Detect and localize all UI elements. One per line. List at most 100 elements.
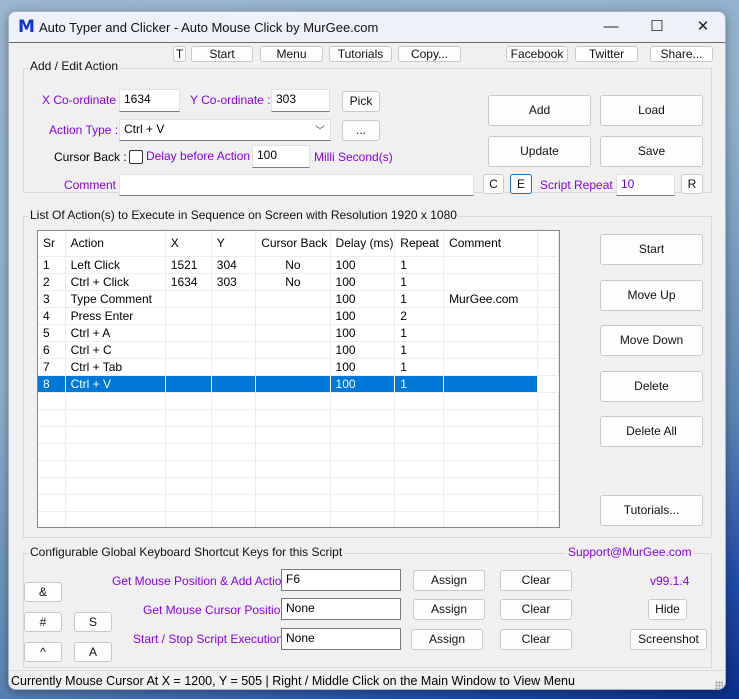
save-button[interactable]: Save [600,136,703,167]
add-button[interactable]: Add [488,95,591,126]
y-coordinate-input[interactable]: 303 [271,89,330,112]
menu-button[interactable]: Menu [260,46,323,62]
cell-cursor-back: No [255,273,331,291]
copy-button[interactable]: Copy... [398,46,461,62]
maximize-button[interactable]: ☐ [634,12,680,42]
hide-button[interactable]: Hide [648,599,687,620]
column-header-x[interactable]: X [165,231,212,257]
move-down-button[interactable]: Move Down [600,325,703,356]
shortcut-input-add-action[interactable]: F6 [281,569,401,591]
empty-table-row [38,494,559,512]
toolbar-tutorials-button[interactable]: Tutorials [329,46,392,62]
empty-cell [165,511,212,527]
cell-action: Ctrl + A [65,324,166,342]
load-button[interactable]: Load [600,95,703,126]
support-email-link[interactable]: Support@MurGee.com [566,545,694,559]
column-header-cursor-back[interactable]: Cursor Back [255,231,331,257]
action-type-select[interactable]: Ctrl + V ﹀ [119,119,331,141]
clear-button-start-stop[interactable]: Clear [500,629,572,650]
cell-x [165,307,212,325]
s-button[interactable]: S [74,612,112,632]
title-bar[interactable]: M Auto Typer and Clicker - Auto Mouse Cl… [9,12,725,42]
x-coordinate-input[interactable]: 1634 [119,89,180,112]
action-type-value: Ctrl + V [124,122,165,136]
t-button[interactable]: T [173,46,186,62]
cell-cursor-back [255,290,331,308]
pick-button[interactable]: Pick [342,91,380,112]
empty-table-row [38,392,559,410]
clear-button-cursor-position[interactable]: Clear [500,599,572,620]
share-button[interactable]: Share... [650,46,713,62]
resize-grip-icon[interactable] [715,681,723,689]
caret-button[interactable]: ^ [24,642,62,662]
empty-cell [394,477,445,495]
cell-filler [537,290,559,308]
delay-input[interactable]: 100 [252,145,310,168]
cell-sr: 8 [38,375,66,393]
clear-button-add-action[interactable]: Clear [500,570,572,591]
shortcut-input-start-stop[interactable]: None [281,628,401,650]
screenshot-button[interactable]: Screenshot [630,629,707,650]
cursor-back-checkbox[interactable] [129,150,143,164]
comment-input[interactable] [119,174,474,196]
move-up-button[interactable]: Move Up [600,280,703,311]
action-options-button[interactable]: ... [342,120,380,141]
reset-repeat-button[interactable]: R [681,174,703,194]
table-row[interactable]: 5 Ctrl + A 100 1 [38,324,559,342]
x-coordinate-label: X Co-ordinate : [42,93,123,107]
empty-cell [443,477,539,495]
toolbar-start-button[interactable]: Start [191,46,253,62]
empty-cell [330,460,396,478]
script-repeat-label: Script Repeat : [540,178,620,192]
cell-action: Press Enter [65,307,166,325]
table-row[interactable]: 4 Press Enter 100 2 [38,307,559,325]
cell-cursor-back [255,375,331,393]
assign-button-cursor-position[interactable]: Assign [413,599,485,620]
table-row[interactable]: 1 Left Click 1521 304 No 100 1 [38,256,559,274]
twitter-button[interactable]: Twitter [575,46,638,62]
empty-cell [38,494,66,512]
empty-cell [211,409,257,427]
script-repeat-input[interactable]: 10 [616,174,675,196]
shortcut-input-cursor-position[interactable]: None [281,598,401,620]
close-button[interactable]: ✕ [680,12,725,42]
delay-label: Delay before Action : [146,149,257,163]
table-row[interactable]: 2 Ctrl + Click 1634 303 No 100 1 [38,273,559,291]
cell-filler [537,307,559,325]
column-header-filler [537,231,559,257]
cell-delay: 100 [330,324,396,342]
assign-button-add-action[interactable]: Assign [413,570,485,591]
cell-delay: 100 [330,341,396,359]
table-row[interactable]: 7 Ctrl + Tab 100 1 [38,358,559,376]
column-header-action[interactable]: Action [65,231,166,257]
column-header-sr[interactable]: Sr [38,231,66,257]
empty-cell [394,494,445,512]
clear-comment-button[interactable]: C [483,174,504,194]
list-tutorials-button[interactable]: Tutorials... [600,495,703,526]
minimize-button[interactable]: — [588,12,634,42]
action-list-group-label: List Of Action(s) to Execute in Sequence… [28,208,459,222]
facebook-button[interactable]: Facebook [506,46,568,62]
column-header-repeat[interactable]: Repeat [394,231,445,257]
ampersand-button[interactable]: & [24,582,62,602]
column-header-comment[interactable]: Comment [443,231,539,257]
empty-cell [38,443,66,461]
cell-delay: 100 [330,375,396,393]
table-row[interactable]: 8 Ctrl + V 100 1 [38,375,559,393]
hash-button[interactable]: # [24,612,62,632]
column-header-delay[interactable]: Delay (ms) [330,231,396,257]
action-list[interactable]: Sr Action X Y Cursor Back Delay (ms) Rep… [37,230,560,528]
empty-cell [65,477,166,495]
table-row[interactable]: 6 Ctrl + C 100 1 [38,341,559,359]
delete-all-button[interactable]: Delete All [600,416,703,447]
cursor-back-label: Cursor Back : [54,150,127,164]
column-header-y[interactable]: Y [211,231,257,257]
update-button[interactable]: Update [488,136,591,167]
a-button[interactable]: A [74,642,112,662]
delete-button[interactable]: Delete [600,371,703,402]
cell-cursor-back [255,324,331,342]
run-start-button[interactable]: Start [600,234,703,265]
assign-button-start-stop[interactable]: Assign [411,629,483,650]
edit-comment-button[interactable]: E [510,174,532,194]
table-row[interactable]: 3 Type Comment 100 1 MurGee.com [38,290,559,308]
